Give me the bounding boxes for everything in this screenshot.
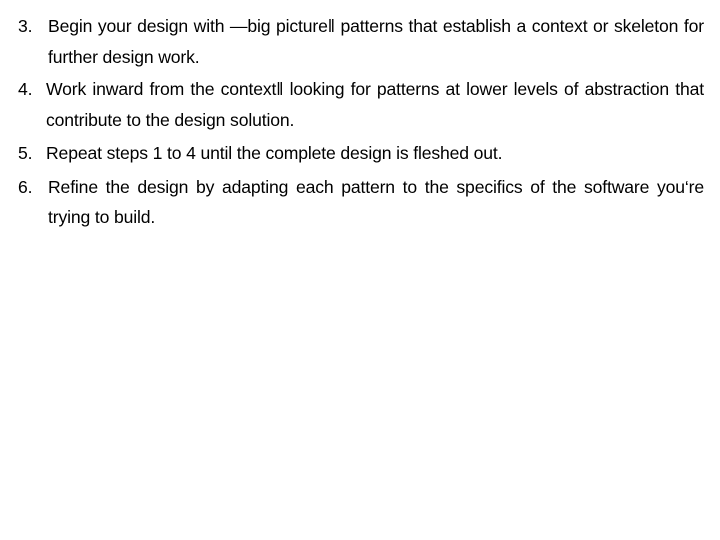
list-item-text: Refine the design by adapting each patte… [48, 176, 704, 228]
list-item: 3. Begin your design with —big picture‖ … [18, 11, 704, 72]
list-item-marker: 3. [18, 16, 33, 36]
list-item-text: Work inward from the context‖ looking fo… [46, 79, 704, 130]
slide-canvas: 3. Begin your design with —big picture‖ … [0, 0, 720, 540]
list-item: 5. Repeat steps 1 to 4 until the complet… [18, 138, 704, 169]
list-item: 6. Refine the design by adapting each pa… [18, 172, 704, 233]
list-item: 4. Work inward from the context‖ looking… [18, 74, 704, 135]
numbered-list: 3. Begin your design with —big picture‖ … [18, 11, 704, 235]
list-item-marker: 6. [18, 176, 33, 197]
list-item-text: Repeat steps 1 to 4 until the complete d… [46, 143, 503, 163]
list-item-marker: 5. [18, 143, 33, 163]
list-item-text: Begin your design with —big picture‖ pat… [48, 16, 704, 67]
list-item-marker: 4. [18, 79, 33, 99]
